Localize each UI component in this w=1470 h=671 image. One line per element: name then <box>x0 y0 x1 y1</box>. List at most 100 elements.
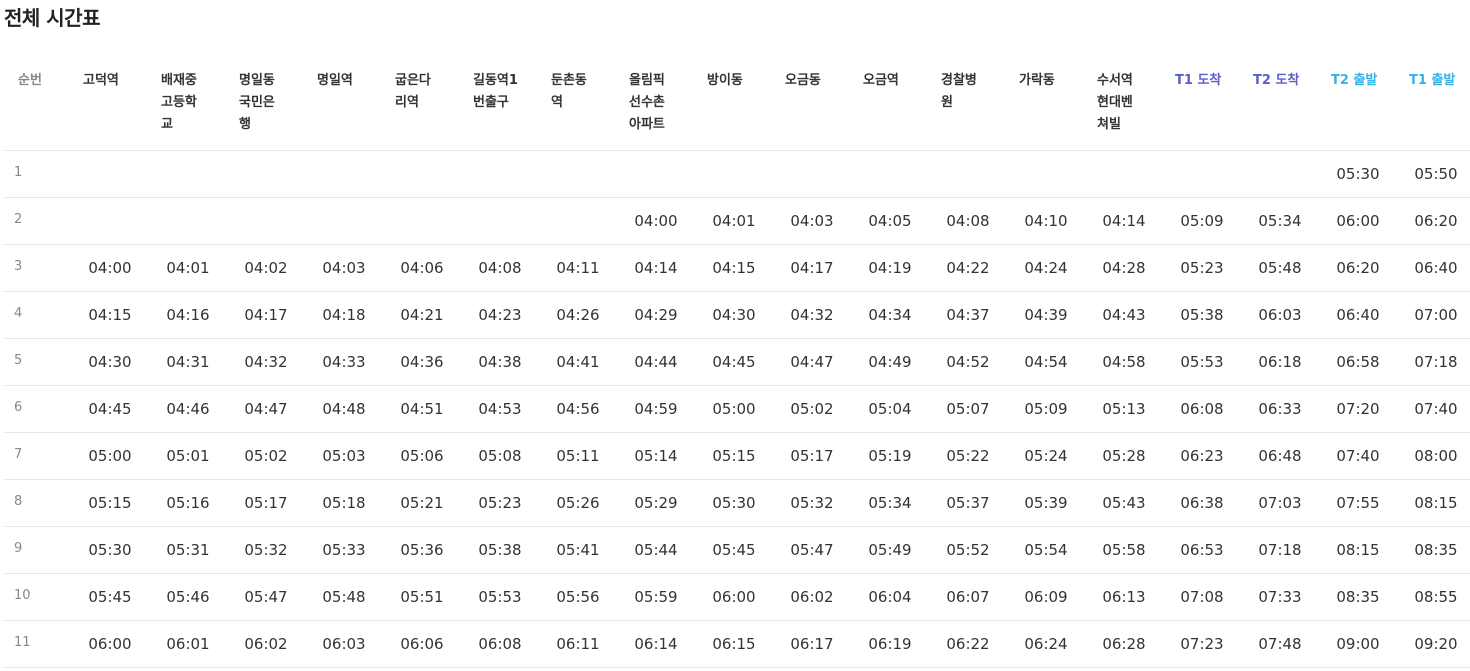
time-cell: 04:54 <box>1007 338 1085 386</box>
timetable-header: 순번 고덕역 배재중고등학교 명일동국민은행 명일역 굽은다리역 길동역1번출구 둔촌동역 올… <box>4 64 1470 151</box>
time-cell: 05:16 <box>149 479 227 527</box>
time-cell: 04:29 <box>617 291 695 339</box>
time-cell <box>305 150 383 198</box>
row-seq: 6 <box>4 385 71 433</box>
time-cell: 05:47 <box>227 573 305 621</box>
time-cell: 04:22 <box>929 244 1007 292</box>
time-cell <box>773 150 851 198</box>
time-cell: 05:30 <box>71 526 149 574</box>
time-cell: 05:52 <box>929 526 1007 574</box>
header-stop: 올림픽선수촌아파트 <box>617 64 695 151</box>
time-cell: 08:35 <box>1319 573 1397 621</box>
time-cell: 04:53 <box>461 385 539 433</box>
time-cell: 06:02 <box>227 620 305 668</box>
time-cell: 07:00 <box>1397 291 1470 339</box>
header-stop-label: 경찰병원 <box>941 73 977 110</box>
time-cell: 05:37 <box>929 479 1007 527</box>
time-cell: 07:48 <box>1241 620 1319 668</box>
time-cell <box>305 197 383 245</box>
header-stop: T1 도착 <box>1163 64 1241 151</box>
table-row: 5 04:30 04:31 04:32 04:33 04:36 04:38 04:41 04:4… <box>4 338 1470 386</box>
header-stop: 오금동 <box>773 64 851 151</box>
time-cell: 05:48 <box>1241 244 1319 292</box>
time-cell: 07:40 <box>1319 432 1397 480</box>
time-cell <box>1085 150 1163 198</box>
time-cell: 04:32 <box>227 338 305 386</box>
time-cell: 04:43 <box>1085 291 1163 339</box>
time-cell: 09:20 <box>1397 620 1470 668</box>
timetable-body: 1 05:30 05:50 2 04:00 04:01 04:03 04:05 04:08 04:… <box>4 150 1470 668</box>
header-stop: 둔촌동역 <box>539 64 617 151</box>
time-cell: 06:00 <box>695 573 773 621</box>
header-stop-label: 배재중고등학교 <box>161 73 197 132</box>
time-cell: 05:22 <box>929 432 1007 480</box>
time-cell: 04:08 <box>461 244 539 292</box>
header-stop-label: 명일역 <box>317 73 353 88</box>
header-stop-label: 가락동 <box>1019 73 1055 88</box>
time-cell: 04:33 <box>305 338 383 386</box>
time-cell: 07:23 <box>1163 620 1241 668</box>
time-cell: 06:08 <box>1163 385 1241 433</box>
time-cell: 04:15 <box>71 291 149 339</box>
time-cell: 06:03 <box>1241 291 1319 339</box>
time-cell: 04:14 <box>617 244 695 292</box>
time-cell: 04:19 <box>851 244 929 292</box>
time-cell: 04:16 <box>149 291 227 339</box>
header-stop: T1 출발 <box>1397 64 1470 151</box>
time-cell <box>149 197 227 245</box>
time-cell: 05:03 <box>305 432 383 480</box>
time-cell: 05:17 <box>227 479 305 527</box>
time-cell: 05:54 <box>1007 526 1085 574</box>
time-cell: 05:02 <box>773 385 851 433</box>
time-cell <box>149 150 227 198</box>
time-cell: 05:38 <box>1163 291 1241 339</box>
time-cell: 04:47 <box>227 385 305 433</box>
table-row: 3 04:00 04:01 04:02 04:03 04:06 04:08 04:11 04:1… <box>4 244 1470 292</box>
header-stop-label: 방이동 <box>707 73 743 88</box>
table-row: 4 04:15 04:16 04:17 04:18 04:21 04:23 04:26 04:2… <box>4 291 1470 339</box>
table-row: 9 05:30 05:31 05:32 05:33 05:36 05:38 05:41 05:4… <box>4 526 1470 574</box>
header-stop-label: 길동역1번출구 <box>473 73 518 110</box>
time-cell: 06:19 <box>851 620 929 668</box>
time-cell <box>539 197 617 245</box>
header-stop: 명일동국민은행 <box>227 64 305 151</box>
time-cell: 04:10 <box>1007 197 1085 245</box>
time-cell: 05:58 <box>1085 526 1163 574</box>
row-seq: 9 <box>4 526 71 574</box>
header-stop-label: 고덕역 <box>83 73 119 88</box>
time-cell: 06:17 <box>773 620 851 668</box>
time-cell: 04:32 <box>773 291 851 339</box>
time-cell: 04:15 <box>695 244 773 292</box>
time-cell <box>383 150 461 198</box>
time-cell: 06:02 <box>773 573 851 621</box>
table-row: 2 04:00 04:01 04:03 04:05 04:08 04:10 04:14 05:0… <box>4 197 1470 245</box>
row-seq: 11 <box>4 620 71 668</box>
time-cell: 04:38 <box>461 338 539 386</box>
header-stop-label: 수서역현대벤쳐빌 <box>1097 73 1133 132</box>
header-stop-label: 올림픽선수촌아파트 <box>629 73 665 132</box>
time-cell: 05:09 <box>1163 197 1241 245</box>
time-cell: 06:01 <box>149 620 227 668</box>
table-row: 1 05:30 05:50 <box>4 150 1470 198</box>
time-cell: 05:46 <box>149 573 227 621</box>
time-cell: 07:18 <box>1241 526 1319 574</box>
time-cell: 04:48 <box>305 385 383 433</box>
time-cell <box>227 150 305 198</box>
header-stop: T2 출발 <box>1319 64 1397 151</box>
time-cell: 05:07 <box>929 385 1007 433</box>
time-cell: 06:24 <box>1007 620 1085 668</box>
time-cell: 05:17 <box>773 432 851 480</box>
time-cell: 04:17 <box>227 291 305 339</box>
row-seq: 10 <box>4 573 71 621</box>
time-cell: 05:04 <box>851 385 929 433</box>
time-cell: 04:46 <box>149 385 227 433</box>
time-cell: 05:18 <box>305 479 383 527</box>
header-stop-label: 오금역 <box>863 73 899 88</box>
header-stop: 길동역1번출구 <box>461 64 539 151</box>
row-seq: 4 <box>4 291 71 339</box>
header-stop: 방이동 <box>695 64 773 151</box>
row-seq: 3 <box>4 244 71 292</box>
time-cell: 05:15 <box>695 432 773 480</box>
time-cell: 05:30 <box>695 479 773 527</box>
time-cell: 05:13 <box>1085 385 1163 433</box>
